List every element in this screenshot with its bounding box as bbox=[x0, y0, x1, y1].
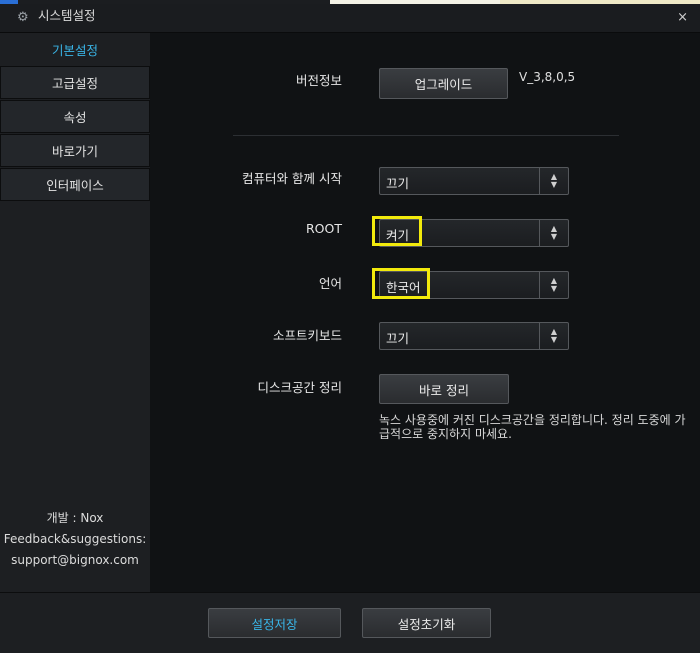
sidebar-item-shortcuts[interactable]: 바로가기 bbox=[0, 134, 150, 167]
gear-icon: ⚙ bbox=[17, 10, 29, 25]
chevron-updown-icon: ▲ ▼ bbox=[539, 272, 568, 298]
upgrade-button[interactable]: 업그레이드 bbox=[379, 68, 508, 99]
sidebar: 기본설정 고급설정 속성 바로가기 인터페이스 개발 : Nox Feedbac… bbox=[0, 33, 151, 592]
cleanup-now-button[interactable]: 바로 정리 bbox=[379, 374, 509, 404]
sidebar-item-advanced-settings[interactable]: 고급설정 bbox=[0, 66, 150, 99]
startup-value: 끄기 bbox=[386, 176, 410, 191]
startup-select[interactable]: 끄기 ▲ ▼ bbox=[379, 167, 569, 195]
sidebar-item-properties[interactable]: 속성 bbox=[0, 100, 150, 133]
startup-label: 컴퓨터와 함께 시작 bbox=[242, 171, 342, 186]
feedback-text: Feedback&suggestions: bbox=[3, 532, 147, 546]
settings-panel: 버전정보 업그레이드 V_3,8,0,5 컴퓨터와 함께 시작 끄기 ▲ ▼ RO… bbox=[150, 33, 700, 592]
title-bar: ⚙ 시스템설정 × bbox=[0, 4, 700, 33]
footer: 설정저장 설정초기화 bbox=[0, 592, 700, 653]
chevron-updown-icon: ▲ ▼ bbox=[539, 220, 568, 246]
sidebar-item-interface[interactable]: 인터페이스 bbox=[0, 168, 150, 201]
credits: 개발 : Nox Feedback&suggestions: support@b… bbox=[0, 508, 150, 571]
reset-settings-button[interactable]: 설정초기화 bbox=[362, 608, 491, 638]
save-settings-button[interactable]: 설정저장 bbox=[208, 608, 341, 638]
disk-cleanup-description: 녹스 사용중에 커진 디스크공간을 정리합니다. 정리 도중에 가급적으로 중지… bbox=[379, 413, 686, 441]
sidebar-item-basic-settings[interactable]: 기본설정 bbox=[0, 33, 150, 66]
soft-keyboard-label: 소프트키보드 bbox=[272, 328, 342, 343]
divider bbox=[233, 135, 619, 136]
developer-text: 개발 : Nox bbox=[46, 511, 104, 525]
root-label: ROOT bbox=[306, 221, 342, 236]
window-title: 시스템설정 bbox=[38, 8, 96, 23]
support-email: support@bignox.com bbox=[11, 553, 139, 567]
version-value: V_3,8,0,5 bbox=[519, 70, 576, 84]
soft-keyboard-select[interactable]: 끄기 ▲ ▼ bbox=[379, 322, 569, 350]
chevron-updown-icon: ▲ ▼ bbox=[539, 168, 568, 194]
chevron-updown-icon: ▲ ▼ bbox=[539, 323, 568, 349]
disk-cleanup-label: 디스크공간 정리 bbox=[257, 380, 342, 395]
soft-keyboard-value: 끄기 bbox=[386, 331, 410, 346]
version-label: 버전정보 bbox=[295, 73, 342, 88]
close-icon[interactable]: × bbox=[677, 10, 688, 26]
highlight-box bbox=[372, 216, 422, 246]
language-label: 언어 bbox=[318, 276, 342, 291]
highlight-box bbox=[372, 268, 430, 299]
